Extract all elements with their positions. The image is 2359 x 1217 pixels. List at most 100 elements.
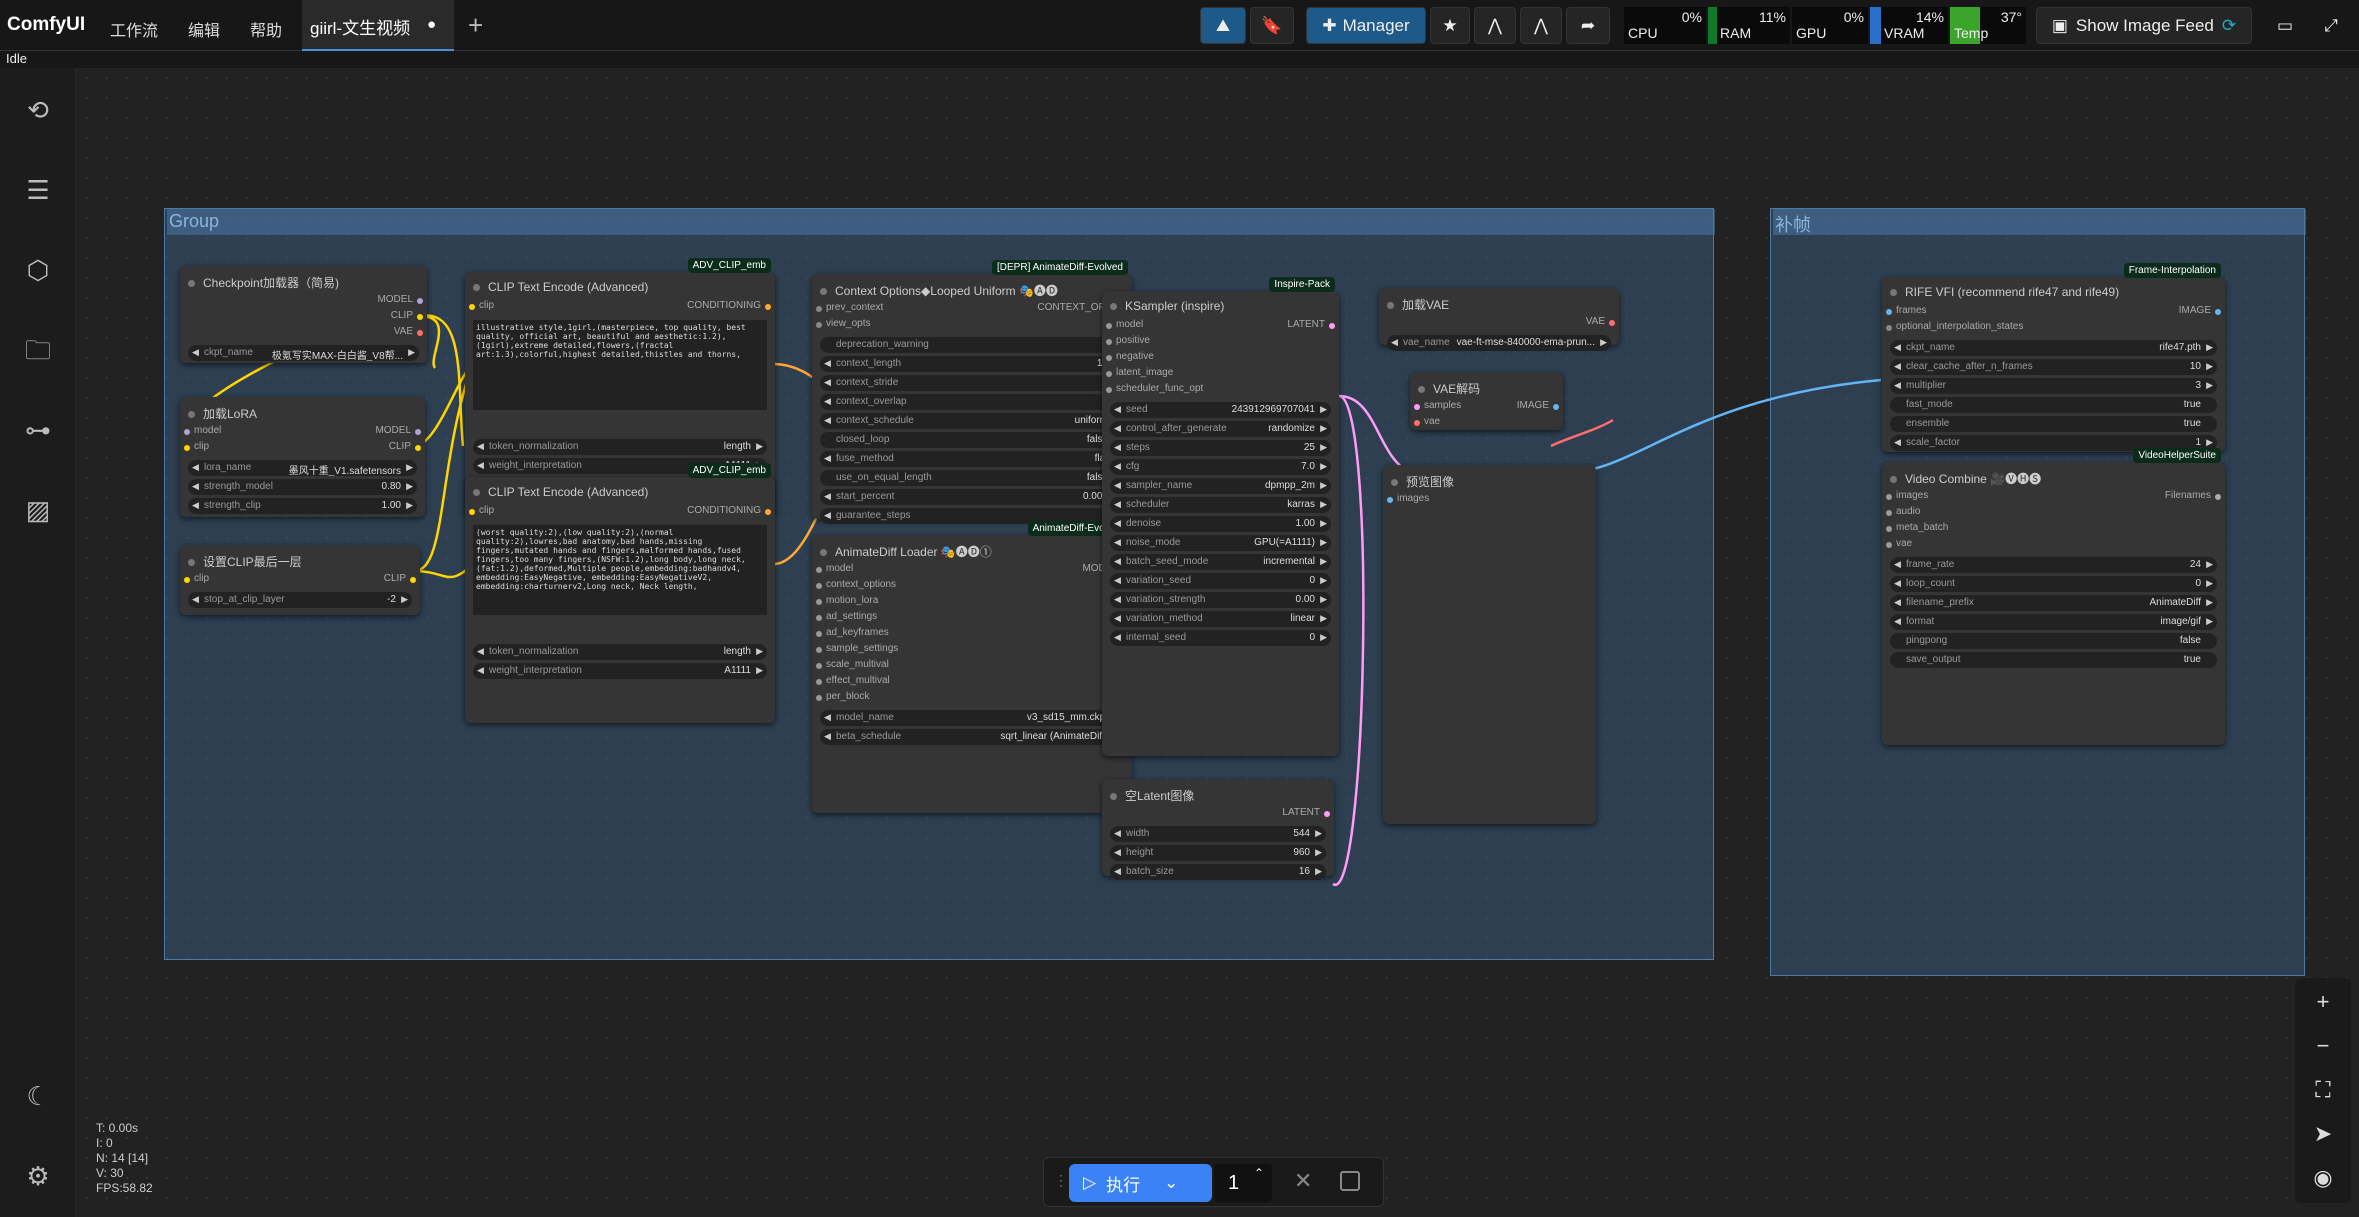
widget-width[interactable]: width544 (1110, 826, 1326, 842)
node-clip-set-last-layer[interactable]: 设置CLIP最后一层 clip CLIP stop_at_clip_layer-2 (180, 545, 420, 615)
output-model[interactable]: MODEL (375, 425, 411, 436)
input-clip[interactable]: clip (479, 300, 494, 311)
input-clip[interactable]: clip (479, 505, 494, 516)
widget-noise-mode[interactable]: noise_modeGPU(=A1111) (1110, 535, 1331, 551)
fit-view-icon[interactable]: ⛶ (2300, 1070, 2346, 1110)
input-frames[interactable]: frames (1896, 305, 1927, 316)
input-model[interactable]: model MODEL (812, 563, 1132, 579)
menu-help[interactable]: 帮助 (250, 17, 282, 41)
gallery-icon[interactable]: ▨ (22, 494, 54, 526)
output-clip[interactable]: CLIP (384, 573, 406, 584)
prompt-textarea[interactable]: illustrative style,1girl,(masterpiece, t… (473, 320, 767, 410)
widget-frame-rate[interactable]: frame_rate24 (1890, 557, 2217, 573)
widget-save-output[interactable]: save_output true (1890, 652, 2217, 668)
input-vae[interactable]: vae (1424, 416, 1440, 427)
stop-icon[interactable] (1340, 1171, 1360, 1191)
node-preview-image[interactable]: 预览图像 images (1383, 465, 1596, 824)
widget-strength-model[interactable]: strength_model0.80 (188, 479, 417, 495)
widget-beta-schedule[interactable]: beta_schedulesqrt_linear (AnimateDiff) (820, 729, 1124, 745)
node-empty-latent[interactable]: 空Latent图像 LATENT width544 height960 batc… (1102, 779, 1334, 880)
input-images[interactable]: images Filenames (1882, 490, 2225, 506)
widget-steps[interactable]: steps25 (1110, 440, 1331, 456)
star-button[interactable]: ★ (1430, 7, 1470, 44)
input-clip[interactable]: clip (194, 441, 209, 452)
widget-variation-seed[interactable]: variation_seed0 (1110, 573, 1331, 589)
widget-token-normalization[interactable]: token_normalizationlength (473, 439, 767, 455)
menu-edit[interactable]: 编辑 (188, 17, 220, 41)
widget-control-after-generate[interactable]: control_after_generaterandomize (1110, 421, 1331, 437)
menu-workflow[interactable]: 工作流 (110, 17, 158, 41)
input-effect-multival[interactable]: effect_multival (812, 675, 1132, 691)
input-scheduler-func-opt[interactable]: scheduler_func_opt (1102, 383, 1339, 399)
input-ad-keyframes[interactable]: ad_keyframes (812, 627, 1132, 643)
manager-logo-button[interactable]: ⛰ (1200, 7, 1246, 44)
output-conditioning[interactable]: CONDITIONING (687, 505, 761, 516)
widget-denoise[interactable]: denoise1.00 (1110, 516, 1331, 532)
show-image-feed-button[interactable]: ▣ Show Image Feed ⟳ (2036, 7, 2252, 44)
toggle-panel-button[interactable]: ▭ (2264, 7, 2306, 44)
widget-lora-name[interactable]: lora_name墨风十重_V1.safetensors (188, 460, 417, 476)
widget-use-on-equal-length[interactable]: use_on_equal_length false (820, 470, 1124, 486)
widget-model-name[interactable]: model_namev3_sd15_mm.ckpt (820, 710, 1124, 726)
widget-internal-seed[interactable]: internal_seed0 (1110, 630, 1331, 646)
widget-start-percent[interactable]: start_percent0.000 (820, 489, 1124, 505)
input-scale-multival[interactable]: scale_multival (812, 659, 1132, 675)
widget-weight-interpretation[interactable]: weight_interpretationA1111 (473, 663, 767, 679)
widget-filename-prefix[interactable]: filename_prefixAnimateDiff (1890, 595, 2217, 611)
widget-ckpt-name[interactable]: ckpt_name极氪写实MAX-白白酱_V8帮... (188, 345, 419, 361)
input-model[interactable]: model LATENT (1102, 319, 1339, 335)
widget-vae-name[interactable]: vae_namevae-ft-mse-840000-ema-prun... (1387, 335, 1611, 351)
node-load-vae[interactable]: 加载VAE VAE vae_namevae-ft-mse-840000-ema-… (1379, 288, 1619, 351)
node-library-icon[interactable]: ⬡ (22, 254, 54, 286)
output-latent[interactable]: LATENT (1282, 807, 1320, 818)
input-interpolation-states[interactable]: optional_interpolation_states (1896, 321, 2023, 332)
widget-variation-strength[interactable]: variation_strength0.00 (1110, 592, 1331, 608)
folder-icon[interactable]: 🗀 (22, 334, 54, 366)
node-ksampler[interactable]: Inspire-Pack KSampler (inspire) model LAT… (1102, 277, 1339, 756)
node-video-combine[interactable]: VideoHelperSuite Video Combine 🎥🅥🅗🅢 imag… (1882, 448, 2225, 745)
input-sample-settings[interactable]: sample_settings (812, 643, 1132, 659)
widget-sampler-name[interactable]: sampler_namedpmpp_2m (1110, 478, 1331, 494)
share-button[interactable]: ⋀ (1474, 7, 1516, 44)
widget-format[interactable]: formatimage/gif (1890, 614, 2217, 630)
tab-workflow[interactable]: giirl-文生视频 ● (302, 0, 454, 51)
zoom-out-icon[interactable]: − (2300, 1026, 2346, 1066)
cancel-icon[interactable]: ✕ (1294, 1168, 1312, 1194)
widget-clear-cache-after-n-frames[interactable]: clear_cache_after_n_frames10 (1890, 359, 2217, 375)
widget-batch-size[interactable]: batch_size16 (1110, 864, 1326, 880)
input-motion-lora[interactable]: motion_lora (812, 595, 1132, 611)
queue-icon[interactable]: ☰ (22, 174, 54, 206)
widget-scheduler[interactable]: schedulerkarras (1110, 497, 1331, 513)
node-context-options[interactable]: [DEPR] AnimateDiff-Evolved Context Optio… (812, 260, 1132, 524)
widget-stop-at-clip-layer[interactable]: stop_at_clip_layer-2 (188, 592, 412, 608)
manager-button[interactable]: ✚ Manager (1306, 7, 1426, 44)
widget-height[interactable]: height960 (1110, 845, 1326, 861)
zoom-in-icon[interactable]: + (2300, 982, 2346, 1022)
widget-variation-method[interactable]: variation_methodlinear (1110, 611, 1331, 627)
chevron-up-icon[interactable]: ⌃ (1254, 1166, 1264, 1180)
output-clip[interactable]: CLIP (391, 310, 413, 321)
widget-ckpt-name[interactable]: ckpt_namerife47.pth (1890, 340, 2217, 356)
widget-multiplier[interactable]: multiplier3 (1890, 378, 2217, 394)
run-button[interactable]: ▷ 执行 ⌄ (1069, 1164, 1212, 1202)
select-mode-icon[interactable]: ➤ (2300, 1114, 2346, 1154)
gear-icon[interactable]: ⚙ (22, 1160, 54, 1192)
output-image[interactable]: IMAGE (1517, 400, 1549, 411)
chevron-down-icon[interactable]: ⌄ (1164, 1173, 1178, 1193)
widget-context-stride[interactable]: context_stride1 (820, 375, 1124, 391)
node-checkpoint-loader[interactable]: Checkpoint加载器（简易) MODEL CLIP VAE ckpt_na… (180, 266, 427, 363)
output-model[interactable]: MODEL (377, 294, 413, 305)
input-vae[interactable]: vae (1882, 538, 2225, 554)
batch-count-input[interactable]: 1 ⌃ (1214, 1164, 1272, 1202)
fullscreen-button[interactable]: ⤢ (2310, 7, 2352, 44)
widget-deprecation-warning[interactable]: deprecation_warning (820, 337, 1124, 353)
drag-handle-icon[interactable]: ⋮ (1054, 1172, 1068, 1189)
widget-fuse-method[interactable]: fuse_methodflat (820, 451, 1124, 467)
input-view-opts[interactable]: view_opts (826, 318, 870, 329)
forward-button[interactable]: ➦ (1566, 7, 1610, 44)
input-model[interactable]: model (194, 425, 221, 436)
visibility-icon[interactable]: ◉ (2300, 1158, 2346, 1198)
input-per-block[interactable]: per_block (812, 691, 1132, 707)
widget-seed[interactable]: seed243912969707041 (1110, 402, 1331, 418)
input-clip[interactable]: clip (194, 573, 209, 584)
